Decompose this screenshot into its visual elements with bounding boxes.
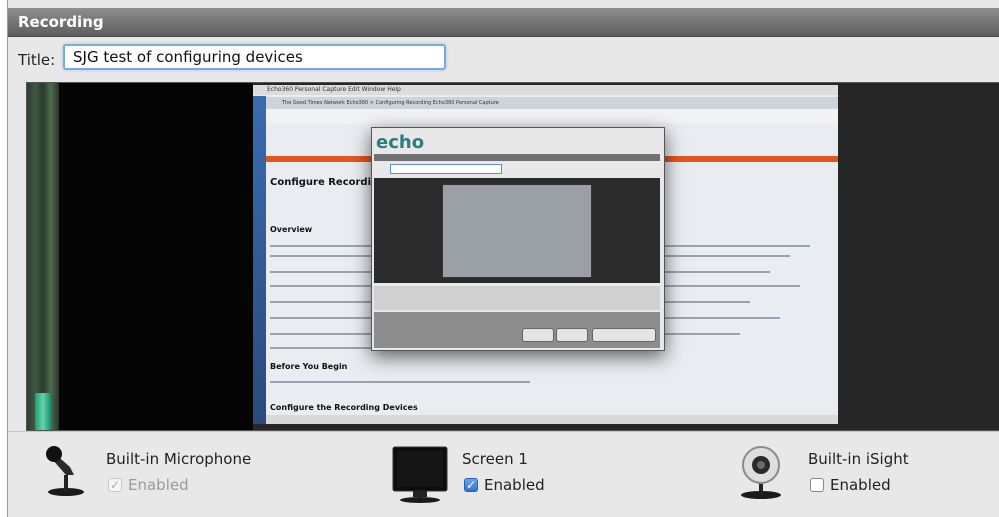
device-screen-1: Screen 1 ✓ Enabled [391,445,591,505]
captured-browser-tabs: The Good Times Network Echo360 > Configu… [266,97,838,109]
recording-window: Recording Title: Echo360 Personal Captur… [7,0,999,517]
dialog-title-field [390,164,502,174]
device-enabled-checkbox[interactable]: ✓ [108,478,122,492]
echo-logo: echo [376,132,425,153]
captured-echo-dialog: echo [371,127,665,351]
recording-header: Recording [8,8,999,37]
captured-configure-heading: Configure the Recording Devices [270,403,418,412]
captured-tabs-text: The Good Times Network Echo360 > Configu… [282,100,499,106]
dialog-button [556,328,588,342]
captured-bottom-bar [266,415,838,424]
title-input[interactable] [63,44,446,70]
dialog-recording-bar [374,154,660,161]
captured-overview-heading: Overview [270,225,313,234]
captured-menubar-text: Echo360 Personal Capture Edit Window Hel… [267,86,401,93]
screen-preview: Echo360 Personal Capture Edit Window Hel… [26,82,999,431]
divider [8,431,999,432]
captured-before-heading: Before You Begin [270,362,348,371]
webcam-icon [741,446,781,499]
device-name: Built-in iSight [808,450,909,468]
device-built-in-isight: Built-in iSight Enabled [735,445,935,505]
captured-dock [253,96,266,424]
title-label: Title: [18,51,56,69]
dialog-button [522,328,554,342]
captured-menubar: Echo360 Personal Capture Edit Window Hel… [253,85,838,95]
dialog-nested-preview [442,184,592,278]
audio-level-fill [35,393,51,430]
device-name: Screen 1 [462,450,528,468]
captured-text-line [270,381,530,383]
device-built-in-microphone: Built-in Microphone ✓ Enabled [44,445,274,505]
captured-screen-thumbnail: Echo360 Personal Capture Edit Window Hel… [253,85,838,424]
device-enabled-label: Enabled [830,476,891,494]
dialog-button-bar [374,312,660,348]
header-title: Recording [18,13,104,31]
device-enabled-checkbox[interactable]: ✓ [464,478,478,492]
device-enabled-checkbox[interactable] [810,478,824,492]
dialog-preview [374,178,660,283]
audio-level-meter [27,83,59,430]
device-name: Built-in Microphone [106,450,252,468]
captured-url-bar [266,109,838,123]
monitor-icon [392,446,448,503]
device-enabled-label: Enabled [484,476,545,494]
dialog-devices-row [374,286,660,310]
title-row: Title: [8,44,999,78]
device-enabled-label: Enabled [128,476,189,494]
preview-black-area [59,83,253,430]
microphone-icon [46,446,84,496]
dialog-record-button [592,328,656,342]
